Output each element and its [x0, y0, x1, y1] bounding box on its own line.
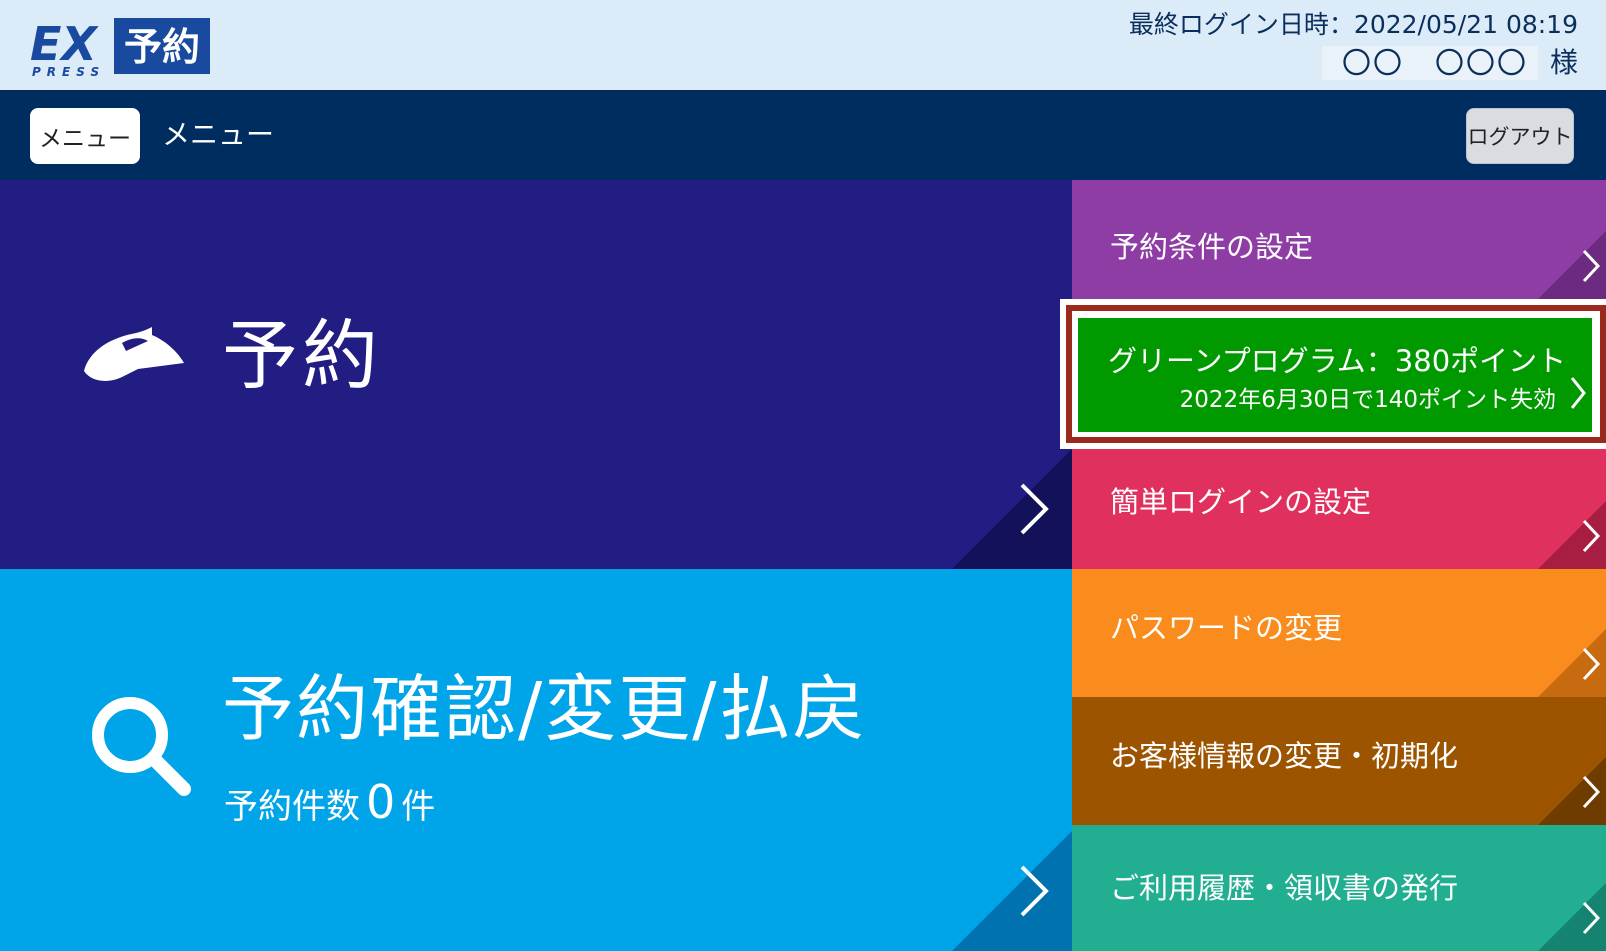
logout-button[interactable]: ログアウト: [1466, 108, 1574, 164]
chevron-right-icon: [1020, 483, 1049, 535]
header: EX 予約 PRESS 最終ログイン日時：2022/05/21 08:19 〇〇…: [0, 0, 1606, 90]
usage-history-item[interactable]: ご利用履歴・領収書の発行: [1072, 825, 1606, 951]
chevron-right-icon: [1582, 249, 1601, 283]
chevron-right-icon: [1020, 865, 1049, 917]
reservation-count: 予約件数 0 件: [224, 775, 435, 829]
chevron-right-icon: [1582, 647, 1601, 681]
side-item-label: 予約条件の設定: [1110, 230, 1314, 264]
tile-corner: [952, 449, 1072, 569]
customer-info-item[interactable]: お客様情報の変更・初期化: [1072, 697, 1606, 825]
logo-ex: EX: [30, 17, 99, 71]
chevron-right-icon: [1582, 519, 1601, 553]
easy-login-settings-item[interactable]: 簡単ログインの設定: [1072, 449, 1606, 569]
logo-press: PRESS: [32, 65, 105, 78]
chevron-right-icon: [1582, 775, 1601, 809]
navbar: メニュー メニュー ログアウト: [0, 90, 1606, 180]
password-change-item[interactable]: パスワードの変更: [1072, 569, 1606, 697]
reservation-confirm-label: 予約確認/変更/払戻: [222, 667, 867, 751]
menu-button[interactable]: メニュー: [30, 108, 140, 164]
login-info: 最終ログイン日時：2022/05/21 08:19 〇〇 〇〇〇 様: [1129, 8, 1578, 80]
ex-yoyaku-logo[interactable]: EX 予約 PRESS: [28, 14, 212, 78]
last-login-text: 最終ログイン日時：2022/05/21 08:19: [1128, 10, 1578, 39]
green-program-expiry: 2022年6月30日で140ポイント失効: [1179, 387, 1556, 413]
reservation-count-unit: 件: [401, 787, 436, 827]
user-line: 〇〇 〇〇〇 様: [1129, 46, 1578, 80]
tile-corner: [952, 831, 1072, 951]
reservation-confirm-tile[interactable]: 予約確認/変更/払戻 予約件数 0 件: [0, 569, 1072, 951]
page-title: メニュー: [162, 118, 275, 151]
train-icon: [84, 327, 184, 381]
green-program-item[interactable]: グリーンプログラム：380ポイント 2022年6月30日で140ポイント失効: [1078, 318, 1592, 432]
side-item-label: パスワードの変更: [1110, 611, 1343, 645]
side-item-label: お客様情報の変更・初期化: [1110, 739, 1459, 773]
app-root: EX 予約 PRESS 最終ログイン日時：2022/05/21 08:19 〇〇…: [0, 0, 1606, 951]
side-item-label: 簡単ログインの設定: [1110, 485, 1372, 519]
search-icon: [92, 697, 191, 796]
reservation-count-label: 予約件数: [224, 787, 360, 827]
side-item-label: ご利用履歴・領収書の発行: [1110, 871, 1459, 905]
logo-yoyaku: 予約: [124, 25, 200, 69]
green-program-points: グリーンプログラム：380ポイント: [1108, 344, 1567, 378]
reservation-count-value: 0: [366, 775, 396, 829]
reserve-label: 予約: [222, 311, 382, 400]
chevron-right-icon: [1582, 901, 1601, 935]
reservation-settings-item[interactable]: 予約条件の設定: [1072, 180, 1606, 299]
reserve-tile[interactable]: 予約: [0, 180, 1072, 569]
user-name: 〇〇 〇〇〇: [1321, 46, 1538, 80]
user-honorific: 様: [1549, 46, 1578, 79]
chevron-right-icon: [1570, 377, 1586, 409]
